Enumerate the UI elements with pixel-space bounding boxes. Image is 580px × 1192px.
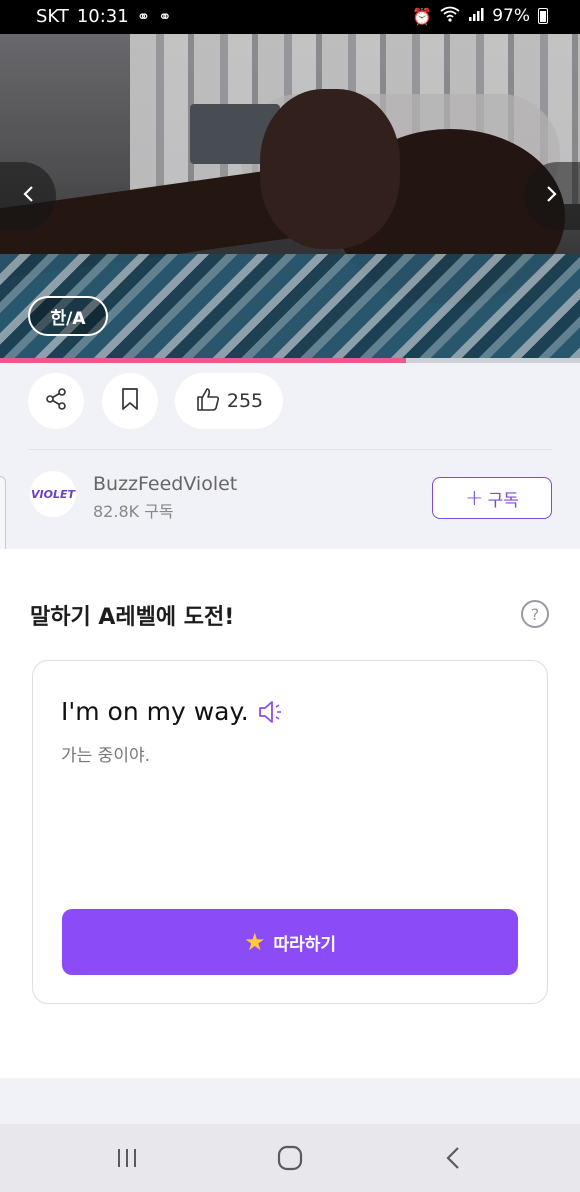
sentence-text: I'm on my way. bbox=[61, 697, 249, 726]
challenge-title: 말하기 A레벨에 도전! bbox=[30, 605, 235, 630]
sentence-card: I'm on my way. 가는 중이야. ★ 따라하기 bbox=[32, 660, 548, 1004]
sentence-row: I'm on my way. bbox=[61, 697, 287, 726]
channel-avatar[interactable]: VIOLET bbox=[30, 471, 76, 517]
follow-along-label: 따라하기 bbox=[273, 934, 337, 955]
alarm-icon: ⏰ bbox=[412, 6, 433, 26]
channel-subscriber-count: 82.8K 구독 bbox=[93, 502, 174, 521]
clock: 10:31 bbox=[76, 6, 129, 27]
carrier-label: SKT bbox=[36, 6, 69, 27]
battery-percent: 97% bbox=[492, 6, 530, 26]
bookmark-icon bbox=[120, 387, 140, 415]
channel-name[interactable]: BuzzFeedViolet bbox=[93, 473, 237, 495]
status-left: SKT 10:31 ⚭ ⚭ bbox=[36, 6, 172, 27]
thumbs-up-icon bbox=[195, 386, 221, 417]
plus-icon: + bbox=[465, 485, 484, 511]
follow-along-button[interactable]: ★ 따라하기 bbox=[62, 909, 518, 975]
subscribe-label: 구독 bbox=[487, 490, 519, 511]
subscribe-button[interactable]: + 구독 bbox=[432, 477, 552, 519]
divider bbox=[28, 449, 552, 450]
chevron-left-icon bbox=[22, 184, 34, 209]
status-bar: SKT 10:31 ⚭ ⚭ ⏰ 97% bbox=[0, 0, 580, 34]
back-button[interactable] bbox=[438, 1144, 468, 1172]
action-area: 255 bbox=[0, 363, 580, 549]
star-icon: ★ bbox=[243, 928, 266, 956]
video-player[interactable]: 한/A bbox=[0, 34, 580, 358]
share-icon bbox=[44, 387, 68, 415]
share-button[interactable] bbox=[28, 373, 84, 429]
bookmark-button[interactable] bbox=[102, 373, 158, 429]
speaking-challenge-section: 말하기 A레벨에 도전! ? I'm on my way. 가는 중이야. ★ … bbox=[0, 549, 580, 1078]
recent-apps-button[interactable] bbox=[112, 1144, 142, 1172]
speaker-icon[interactable] bbox=[257, 699, 287, 725]
wifi-icon bbox=[440, 6, 460, 26]
notification-icon: ⚭ bbox=[136, 7, 151, 26]
signal-icon bbox=[468, 6, 484, 26]
like-count: 255 bbox=[226, 390, 264, 412]
home-button[interactable] bbox=[276, 1144, 304, 1172]
subtitle-toggle-button[interactable]: 한/A bbox=[28, 296, 108, 336]
bottom-spacer bbox=[0, 1078, 580, 1124]
battery-icon bbox=[538, 8, 548, 24]
like-button[interactable]: 255 bbox=[175, 373, 283, 429]
status-right: ⏰ 97% bbox=[412, 6, 548, 26]
chevron-right-icon bbox=[546, 184, 558, 209]
system-navigation-bar bbox=[0, 1124, 580, 1192]
notification-icon-2: ⚭ bbox=[158, 7, 172, 26]
translation-text: 가는 중이야. bbox=[61, 746, 151, 766]
help-icon[interactable]: ? bbox=[521, 600, 549, 628]
